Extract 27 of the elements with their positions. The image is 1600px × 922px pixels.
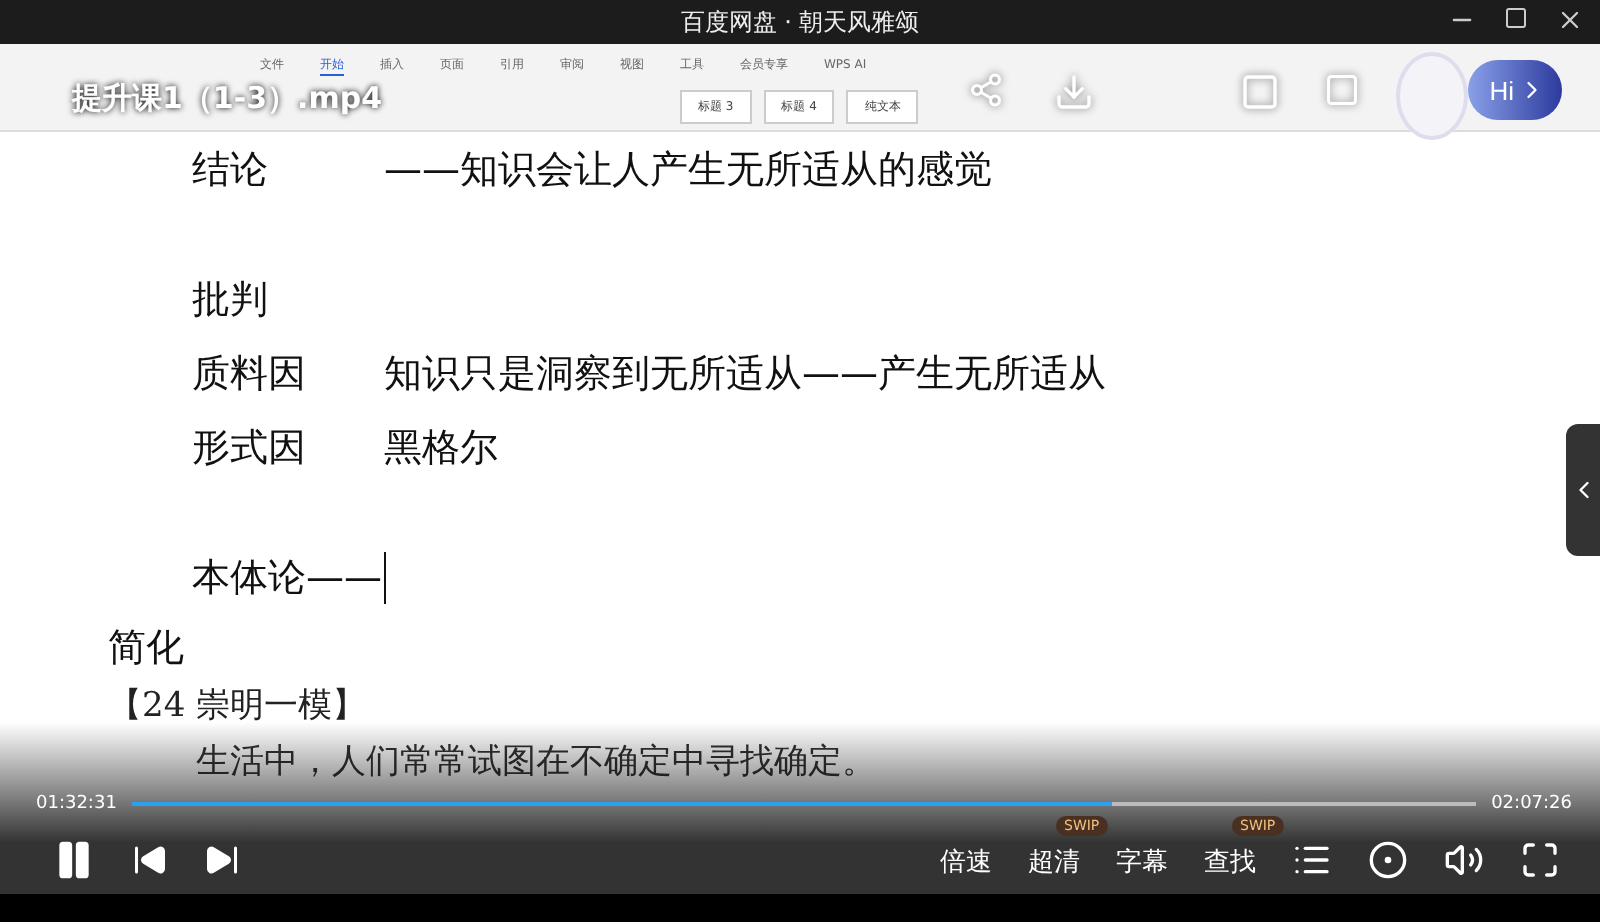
doc-text: 质料因 (192, 349, 308, 399)
doc-text: ——知识会让人产生无所适从的感觉 (384, 145, 992, 195)
player-option-button[interactable]: 超清 (1028, 844, 1080, 880)
doc-text: 批判 (192, 275, 268, 325)
player-option-button[interactable]: 查找 (1204, 844, 1256, 880)
doc-quote: 生活中，人们常常试图在不确定中寻找确定。 (196, 740, 878, 784)
doc-text: 结论 (192, 145, 270, 195)
player-option-button[interactable]: 字幕 (1116, 844, 1168, 880)
fullscreen-button[interactable] (1520, 840, 1560, 880)
window-title: 百度网盘 · 朝天风雅颂 (680, 5, 920, 39)
volume-button[interactable] (1444, 840, 1484, 880)
doc-text: 知识只是洞察到无所适从——产生无所适从 (384, 349, 1106, 399)
doc-heading: 简化 (108, 624, 186, 674)
doc-text: 黑格尔 (384, 423, 498, 473)
close-icon[interactable] (1556, 6, 1584, 34)
current-time: 01:32:31 (36, 794, 117, 814)
duration-time: 02:07:26 (1491, 794, 1572, 814)
ring-button[interactable] (1368, 840, 1408, 880)
previous-button[interactable] (132, 842, 168, 878)
side-panel-tab[interactable] (1566, 424, 1600, 556)
doc-text: 形式因 (192, 423, 308, 473)
player-option-button[interactable]: 倍速 (940, 844, 992, 880)
maximize-icon[interactable] (1504, 6, 1528, 30)
video-filename: 提升课1（1-3）.mp4 (72, 80, 383, 118)
doc-text: 本体论—— (192, 551, 386, 603)
next-button[interactable] (204, 842, 240, 878)
doc-source: 【24 崇明一模】 (108, 684, 369, 730)
